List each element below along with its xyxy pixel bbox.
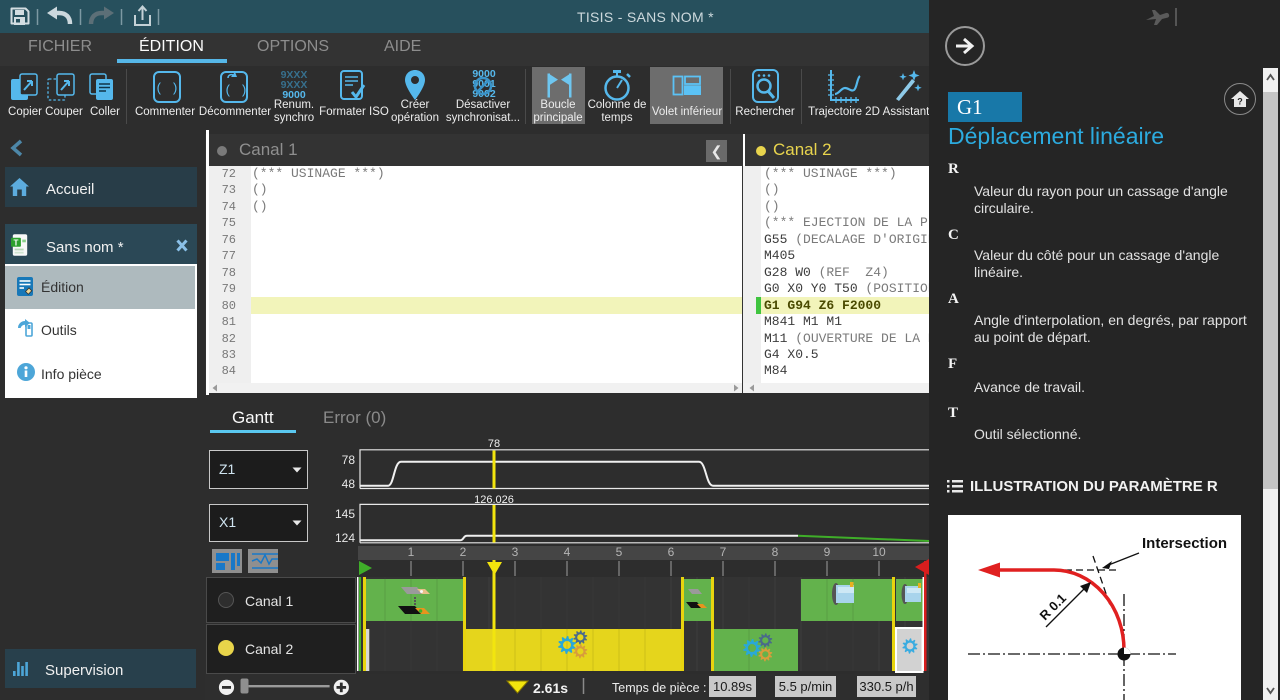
svg-text:?: ? (1237, 97, 1243, 107)
svg-text:T: T (13, 238, 18, 247)
svg-text:Intersection: Intersection (1142, 535, 1227, 552)
svg-text:R 0.1: R 0.1 (1037, 591, 1070, 624)
